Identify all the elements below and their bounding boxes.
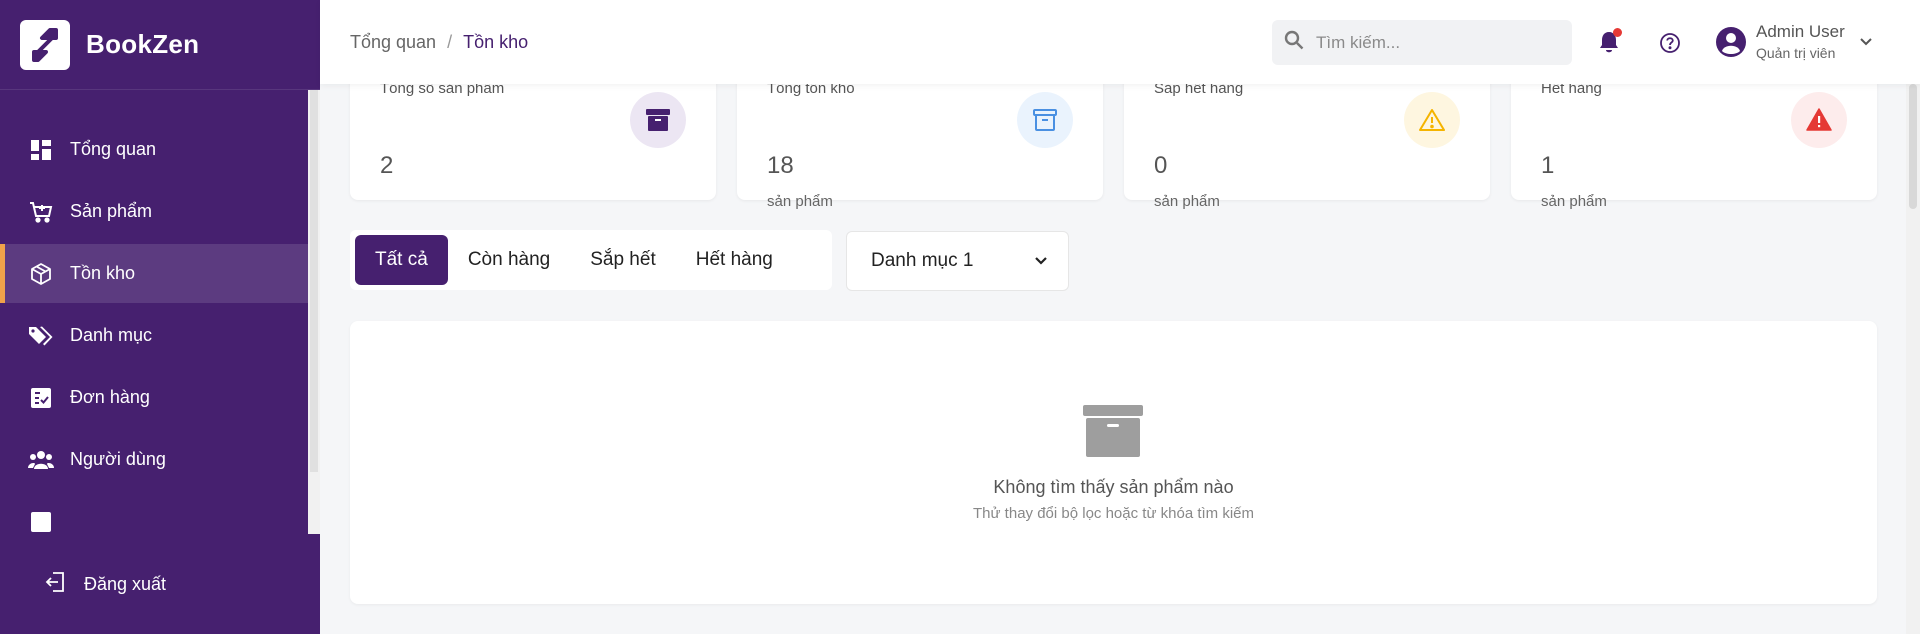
help-button[interactable] (1659, 32, 1681, 54)
user-role: Quản trị viên (1756, 45, 1836, 61)
category-select-value: Danh mục 1 (871, 250, 974, 271)
users-icon (28, 447, 54, 473)
sidebar-scrollbar[interactable] (308, 90, 320, 534)
stat-unit: sản phẩm (1154, 193, 1220, 210)
scrollbar-thumb[interactable] (1909, 84, 1917, 209)
user-menu[interactable]: Admin User Quản trị viên (1716, 22, 1873, 61)
scrollbar-thumb[interactable] (310, 90, 318, 472)
warning-icon (1404, 92, 1460, 148)
sidebar-item-nguoi-dung[interactable]: Người dùng (0, 430, 308, 489)
stat-value: 18 (767, 152, 794, 179)
topbar: Tổng quan / Tồn kho Admin User Quản trị … (320, 0, 1920, 84)
sidebar-item-label: Tổng quan (70, 139, 157, 159)
brand-name: BookZen (86, 29, 200, 59)
logout-label: Đăng xuất (84, 573, 167, 594)
product-list-panel: Không tìm thấy sản phẩm nào Thử thay đổi… (350, 321, 1877, 604)
tab-low-stock[interactable]: Sắp hết (570, 235, 676, 285)
sidebar-item-ton-kho[interactable]: Tồn kho (0, 244, 308, 303)
search-input[interactable] (1316, 32, 1546, 53)
sidebar-item-label: Người dùng (70, 449, 166, 469)
breadcrumb-current: Tồn kho (463, 32, 529, 52)
chevron-down-icon (1034, 250, 1048, 272)
stat-unit: sản phẩm (767, 193, 833, 210)
tab-out-of-stock[interactable]: Hết hàng (676, 235, 793, 285)
more-icon (28, 509, 54, 535)
brand-logo-icon (20, 19, 70, 70)
empty-box-icon (1082, 404, 1144, 458)
breadcrumb-link-tong-quan[interactable]: Tổng quan (350, 32, 436, 53)
box-icon (28, 261, 54, 287)
cart-icon (28, 199, 54, 225)
stat-value: 0 (1154, 152, 1168, 179)
search-icon (1284, 30, 1304, 55)
notification-button[interactable] (1598, 28, 1622, 54)
sidebar: BookZen Tổng quan Sản phẩm Tồn kho Danh … (0, 0, 320, 634)
chevron-down-icon (1859, 33, 1873, 51)
sidebar-item-tong-quan[interactable]: Tổng quan (0, 120, 308, 179)
sidebar-item-label: Sản phẩm (70, 201, 153, 221)
sidebar-item-danh-muc[interactable]: Danh mục (0, 306, 308, 365)
brand[interactable]: BookZen (0, 0, 320, 90)
empty-state-title: Không tìm thấy sản phẩm nào (993, 477, 1234, 497)
logout-button[interactable]: Đăng xuất (0, 534, 320, 634)
tags-icon (28, 323, 54, 349)
logout-icon (44, 570, 68, 599)
notification-badge (1613, 28, 1622, 37)
sidebar-item-san-pham[interactable]: Sản phẩm (0, 182, 308, 241)
sidebar-item-label: Đơn hàng (70, 387, 150, 407)
stat-unit: sản phẩm (1541, 193, 1607, 210)
avatar (1716, 26, 1746, 57)
page-scrollbar[interactable] (1906, 84, 1920, 634)
tab-in-stock[interactable]: Còn hàng (448, 235, 570, 285)
sidebar-item-label: Danh mục (70, 325, 153, 345)
user-name: Admin User (1756, 22, 1845, 41)
sidebar-item-more[interactable] (0, 492, 308, 534)
search-box (1272, 20, 1572, 65)
sidebar-item-label: Tồn kho (70, 263, 136, 283)
archive-icon (630, 92, 686, 148)
checklist-icon (28, 385, 54, 411)
stat-value: 1 (1541, 152, 1555, 179)
archive-outline-icon (1017, 92, 1073, 148)
breadcrumb-separator: / (447, 32, 453, 52)
stat-value: 2 (380, 152, 394, 179)
category-select[interactable]: Danh mục 1 (846, 231, 1069, 291)
alert-triangle-icon (1791, 92, 1847, 148)
main-content: Tổng số sản phẩm 2 Tổng tồn kho 18 sản p… (320, 0, 1906, 634)
empty-state-subtitle: Thử thay đổi bộ lọc hoặc từ khóa tìm kiế… (972, 505, 1255, 522)
tab-all[interactable]: Tất cả (355, 235, 448, 285)
sidebar-nav: Tổng quan Sản phẩm Tồn kho Danh mục Đơn … (0, 90, 308, 534)
stock-filter-tabs: Tất cả Còn hàng Sắp hết Hết hàng (350, 230, 832, 290)
help-icon (1660, 33, 1680, 53)
breadcrumb: Tổng quan / Tồn kho (350, 32, 528, 53)
sidebar-item-don-hang[interactable]: Đơn hàng (0, 368, 308, 427)
dashboard-icon (28, 137, 54, 163)
